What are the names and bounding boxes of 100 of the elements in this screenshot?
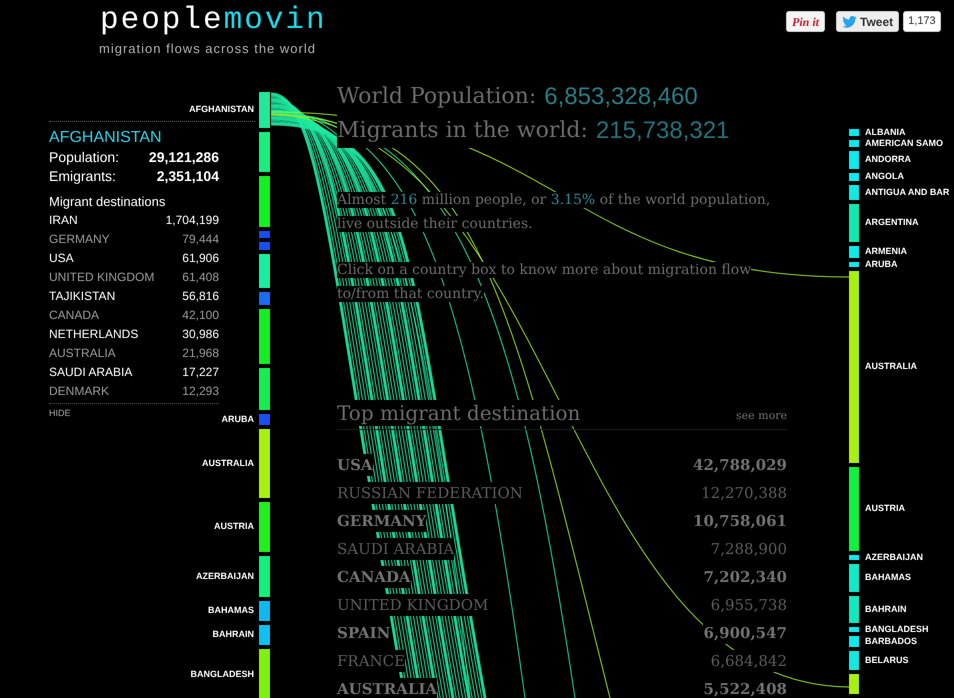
destination-count: 21,968 (182, 345, 219, 362)
section-title: Migrant destinations (49, 193, 166, 211)
country-bar[interactable] (849, 651, 859, 670)
hide-link[interactable]: HIDE (49, 407, 71, 420)
country-label: AFGHANISTAN (189, 103, 254, 116)
country-bar[interactable] (259, 92, 270, 128)
country-bar[interactable] (259, 231, 270, 238)
destination-name: GERMANY (49, 231, 110, 248)
country-label: ARUBA (865, 258, 898, 271)
country-bar[interactable] (259, 309, 270, 364)
logo-text: people (100, 2, 224, 40)
country-bar[interactable] (849, 246, 859, 258)
country-label: AZERBAIJAN (865, 550, 924, 564)
country-bar[interactable] (849, 140, 859, 147)
country-bar[interactable] (849, 636, 859, 647)
destination-count: 61,408 (182, 269, 219, 286)
country-bar[interactable] (849, 204, 859, 242)
country-label: ALBANIA (865, 126, 906, 139)
country-bar[interactable] (849, 674, 859, 694)
stat-value: 29,121,286 (148, 148, 219, 167)
stat-label: Migrants in the world: (337, 114, 588, 148)
tweet-count: 1,173 (903, 11, 941, 32)
country-label: BAHAMAS (208, 604, 254, 618)
country-label: ARUBA (222, 412, 254, 426)
country-bar[interactable] (849, 271, 859, 463)
country-name: AUSTRALIA (337, 678, 438, 698)
country-label: BELARUS (865, 654, 909, 667)
country-bar[interactable] (259, 176, 270, 227)
country-label: AUSTRIA (214, 520, 254, 534)
country-label: ARGENTINA (865, 216, 918, 230)
country-name: CANADA (337, 566, 411, 588)
country-bar[interactable] (849, 467, 859, 551)
country-label: ANTIGUA AND BAR (865, 186, 950, 199)
bird-icon (842, 16, 858, 28)
pin-it-button[interactable]: Pin it (786, 11, 826, 32)
info-paragraph: Almost 216 million people, or 3.15% of the world population, live outside their countries. (337, 191, 772, 234)
country-bar[interactable] (259, 292, 270, 305)
country-bar[interactable] (849, 129, 859, 136)
country-bar[interactable] (849, 185, 859, 200)
migrant-count: 6,684,842 (710, 650, 787, 672)
logo-text: movin (224, 2, 327, 40)
country-name: FRANCE (337, 650, 406, 672)
destination-count: 1,704,199 (166, 212, 219, 229)
country-bar[interactable] (259, 368, 270, 410)
destination-count: 56,816 (182, 288, 219, 305)
info-paragraph: Click on a country box to know more about migration flow to/from that country. (337, 261, 752, 304)
destination-count: 79,444 (182, 231, 219, 248)
country-bar[interactable] (849, 596, 859, 623)
country-bar[interactable] (849, 627, 859, 632)
destination-name: IRAN (49, 212, 78, 229)
destination-name: DENMARK (49, 383, 110, 400)
tweet-button[interactable]: Tweet (836, 11, 900, 32)
destination-count: 42,100 (182, 307, 219, 324)
country-bar[interactable] (259, 556, 270, 597)
country-label: BAHRAIN (212, 628, 254, 642)
country-name: UNITED KINGDOM (337, 594, 488, 616)
tagline: migration flows across the world (99, 40, 316, 58)
destination-name: SAUDI ARABIA (49, 364, 132, 381)
country-bar[interactable] (259, 242, 270, 250)
destination-name: TAJIKISTAN (49, 288, 116, 305)
destination-count: 17,227 (182, 364, 219, 381)
country-bar[interactable] (849, 151, 859, 169)
country-label: BARBADOS (865, 634, 918, 648)
migrant-count: 6,900,547 (703, 622, 787, 644)
country-label: ARMENIA (865, 245, 907, 258)
destination-name: CANADA (49, 307, 100, 324)
destination-name: USA (49, 250, 74, 267)
country-bar[interactable] (259, 254, 270, 288)
country-bar[interactable] (259, 601, 270, 621)
country-bar[interactable] (259, 502, 270, 552)
country-bar[interactable] (849, 173, 859, 181)
destination-name: AUSTRALIA (49, 345, 116, 362)
country-title: AFGHANISTAN (49, 128, 163, 148)
country-bar[interactable] (259, 132, 270, 172)
country-bar[interactable] (259, 649, 270, 698)
country-bar[interactable] (259, 429, 270, 498)
destination-name: UNITED KINGDOM (49, 269, 154, 286)
country-label: BAHAMAS (865, 571, 911, 584)
country-name: SAUDI ARABIA (337, 538, 454, 560)
country-bar[interactable] (259, 414, 270, 425)
country-bar[interactable] (849, 262, 859, 267)
destination-count: 30,986 (182, 326, 219, 343)
country-name: RUSSIAN FEDERATION (337, 482, 523, 504)
country-label: ANGOLA (865, 170, 904, 184)
country-bar[interactable] (849, 564, 859, 592)
destination-name: NETHERLANDS (49, 326, 138, 343)
stat-label: Population: (49, 148, 120, 167)
country-name: USA (337, 454, 373, 476)
stat-value: 2,351,104 (156, 167, 219, 186)
country-label: AUSTRALIA (202, 456, 254, 470)
country-label: BANGLADESH (190, 668, 254, 682)
country-bar[interactable] (849, 555, 859, 560)
section-title: Top migrant destination (337, 400, 580, 426)
country-label: AZERBAIJAN (196, 570, 254, 583)
country-label: ANDORRA (865, 153, 911, 166)
country-label: BAHRAIN (865, 602, 906, 616)
stat-label: Emigrants: (49, 167, 116, 186)
country-bar[interactable] (259, 625, 270, 645)
country-label: AUSTRIA (865, 502, 905, 516)
country-label: BANGLADESH (865, 622, 929, 636)
